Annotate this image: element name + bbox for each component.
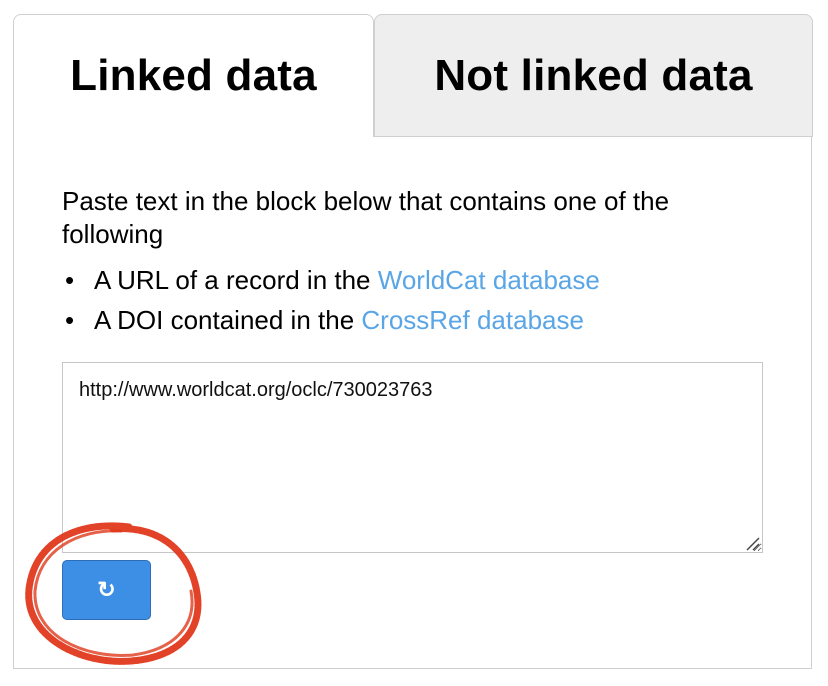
resize-handle-icon[interactable]	[744, 535, 760, 551]
list-item-text: A URL of a record in the	[94, 265, 378, 295]
list-item: • A DOI contained in the CrossRef databa…	[62, 300, 600, 340]
linked-data-widget: Linked data Not linked data Paste text i…	[13, 14, 813, 670]
list-item: • A URL of a record in the WorldCat data…	[62, 260, 600, 300]
highlight-circle	[25, 522, 202, 665]
tab-linked-data-label: Linked data	[70, 51, 317, 100]
list-item-text: A DOI contained in the	[94, 305, 362, 335]
bullet-icon: •	[65, 305, 75, 335]
tab-linked-data[interactable]: Linked data	[13, 14, 374, 137]
tab-not-linked-data-label: Not linked data	[434, 50, 753, 100]
bullet-icon: •	[65, 265, 75, 295]
source-list: • A URL of a record in the WorldCat data…	[62, 260, 600, 340]
crossref-link[interactable]: CrossRef database	[361, 305, 584, 335]
tab-not-linked-data[interactable]: Not linked data	[374, 14, 813, 137]
worldcat-link[interactable]: WorldCat database	[378, 265, 600, 295]
instructions-text: Paste text in the block below that conta…	[62, 186, 670, 249]
